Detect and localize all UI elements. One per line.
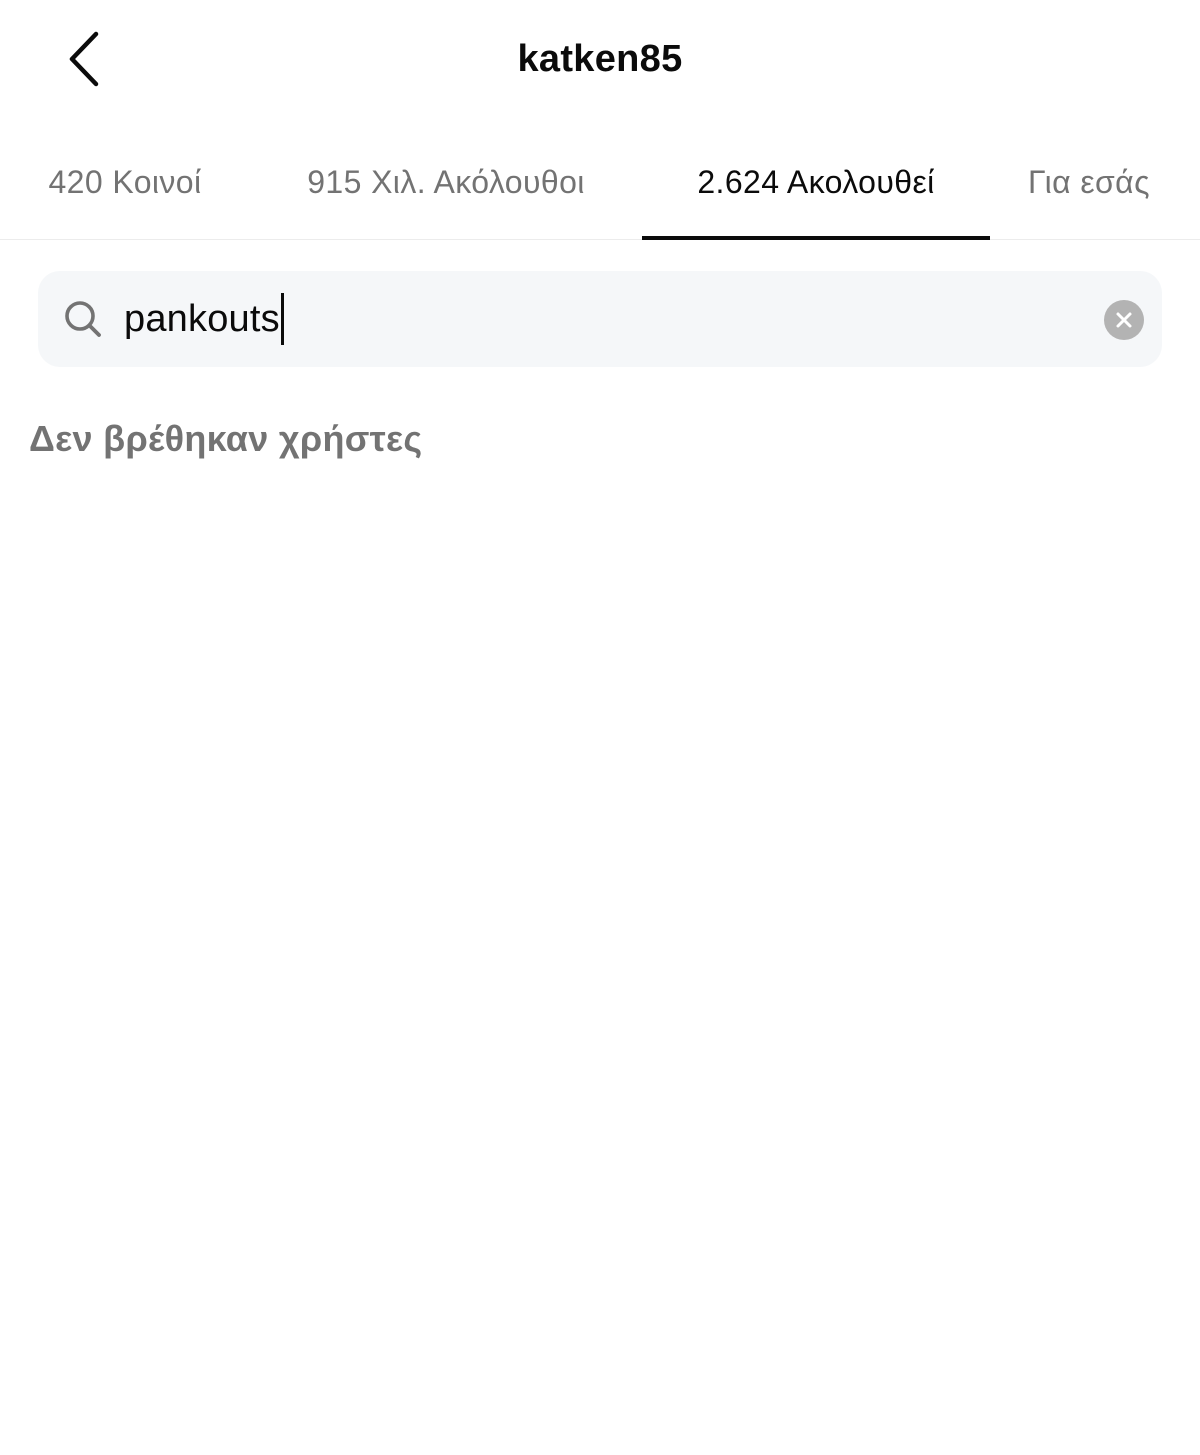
- tab-mutual[interactable]: 420 Κοινοί: [0, 125, 250, 239]
- search-input-value: pankouts: [124, 297, 280, 340]
- tab-for-you[interactable]: Για εσάς: [990, 125, 1200, 239]
- clear-search-button[interactable]: [1104, 300, 1144, 340]
- page-title: katken85: [517, 38, 683, 80]
- search-icon: [65, 301, 101, 337]
- text-caret: [280, 293, 284, 345]
- tab-following[interactable]: 2.624 Ακολουθεί: [642, 125, 990, 240]
- clear-icon: [1116, 312, 1132, 328]
- search-bar[interactable]: pankouts: [38, 271, 1162, 367]
- no-results-message: Δεν βρέθηκαν χρήστες: [29, 418, 423, 459]
- tab-bar: 420 Κοινοί 915 Χιλ. Ακόλουθοι 2.624 Ακολ…: [0, 125, 1200, 240]
- header: katken85: [0, 0, 1200, 125]
- tab-followers[interactable]: 915 Χιλ. Ακόλουθοι: [250, 125, 642, 239]
- search-input[interactable]: pankouts: [124, 289, 284, 349]
